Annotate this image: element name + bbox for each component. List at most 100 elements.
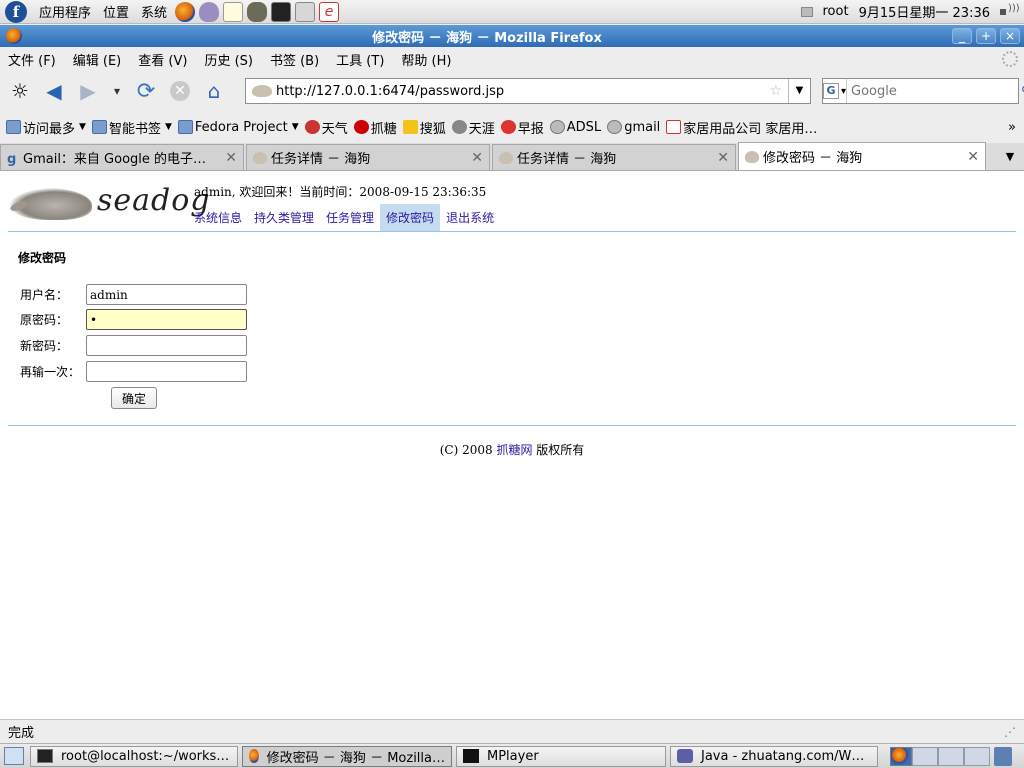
stop-icon: ✕ xyxy=(170,81,190,101)
nav-link-system-info[interactable]: 系统信息 xyxy=(188,204,248,232)
menu-file[interactable]: 文件 (F) xyxy=(0,50,65,69)
back-button[interactable]: ◀ xyxy=(40,77,68,105)
tab-list-button[interactable]: ▼ xyxy=(996,144,1024,170)
folder-icon xyxy=(6,120,21,134)
java-icon xyxy=(677,749,693,763)
panel-menu-places[interactable]: 位置 xyxy=(97,2,135,21)
trash-icon[interactable] xyxy=(994,746,1012,766)
menu-help[interactable]: 帮助 (H) xyxy=(393,50,460,69)
bookmark-zaobao[interactable]: 早报 xyxy=(500,118,544,137)
submit-button[interactable]: 确定 xyxy=(111,387,157,409)
bookmark-label: 天涯 xyxy=(468,121,495,137)
header-divider xyxy=(8,231,1016,232)
url-text[interactable]: http://127.0.0.1:6474/password.jsp xyxy=(276,84,769,99)
tab-gmail[interactable]: g Gmail：来自 Google 的电子… ✕ xyxy=(0,144,244,170)
user-switch-icon[interactable] xyxy=(800,6,813,17)
nav-link-logout[interactable]: 退出系统 xyxy=(440,204,500,232)
bookmark-fedora[interactable]: Fedora Project ▼ xyxy=(177,120,299,135)
bookmark-adsl[interactable]: ADSL xyxy=(549,120,601,135)
url-dropdown-button[interactable]: ▼ xyxy=(788,79,810,103)
nav-link-persistence[interactable]: 持久类管理 xyxy=(248,204,320,232)
globe-icon xyxy=(607,120,623,134)
menu-view[interactable]: 查看 (V) xyxy=(130,50,196,69)
task-java[interactable]: Java - zhuatang.com/W… xyxy=(670,745,878,767)
close-icon[interactable]: ✕ xyxy=(225,150,237,166)
footer-link[interactable]: 抓糖网 xyxy=(496,443,532,457)
workspace-1-firefox-icon[interactable] xyxy=(890,746,912,766)
seal-favicon-icon xyxy=(745,150,759,163)
show-desktop-icon[interactable] xyxy=(4,747,24,765)
menu-tools[interactable]: 工具 (T) xyxy=(328,50,393,69)
forward-button[interactable]: ▶ xyxy=(74,77,102,105)
panel-clock[interactable]: 9月15日星期一 23:36 xyxy=(859,2,990,21)
task-mplayer[interactable]: MPlayer xyxy=(456,745,666,767)
task-firefox[interactable]: 修改密码 － 海狗 － Mozilla… xyxy=(242,745,452,767)
stop-button[interactable]: ✕ xyxy=(166,77,194,105)
nav-link-change-password[interactable]: 修改密码 xyxy=(380,204,441,232)
form-row-new-password: 新密码： xyxy=(20,335,247,356)
workspace-4[interactable] xyxy=(964,746,990,766)
maximize-button[interactable]: + xyxy=(976,28,996,44)
bookmark-tianya[interactable]: 天涯 xyxy=(451,118,495,137)
seal-favicon-icon xyxy=(499,151,513,164)
bookmark-home-goods[interactable]: 家居用品公司 家居用… xyxy=(666,118,817,137)
task-terminal[interactable]: root@localhost:~/works… xyxy=(30,745,238,767)
bookmark-star-icon[interactable]: ☆ xyxy=(769,83,782,99)
bookmark-smart[interactable]: 智能书签 ▼ xyxy=(91,118,172,137)
eclipse-launcher-icon[interactable]: e xyxy=(319,1,340,22)
search-input[interactable] xyxy=(847,83,1022,99)
search-engine-selector[interactable]: G ▾ xyxy=(823,79,848,103)
menu-bookmarks[interactable]: 书签 (B) xyxy=(262,50,328,69)
tab-task-detail-1[interactable]: 任务详情 － 海狗 ✕ xyxy=(246,144,490,170)
menu-history[interactable]: 历史 (S) xyxy=(196,50,262,69)
firefox-window-icon[interactable] xyxy=(6,28,22,44)
folder-icon xyxy=(91,120,107,134)
taskbar: root@localhost:~/works… 修改密码 － 海狗 － Mozi… xyxy=(0,743,1024,768)
nav-link-tasks[interactable]: 任务管理 xyxy=(320,204,380,232)
username-input[interactable] xyxy=(86,284,247,305)
panel-menu-system[interactable]: 系统 xyxy=(135,2,173,21)
mplayer-launcher-icon[interactable] xyxy=(295,1,316,22)
bookmarks-toolbar: 访问最多 ▼ 智能书签 ▼ Fedora Project ▼ 天气 抓糖 搜狐 天涯 … xyxy=(0,113,1024,141)
rss-feed-icon[interactable]: ☼ xyxy=(6,77,34,105)
bookmark-most-visited[interactable]: 访问最多 ▼ xyxy=(6,118,86,137)
new-password-input[interactable] xyxy=(86,335,247,356)
gimp-launcher-icon[interactable] xyxy=(247,1,268,22)
bookmark-gmail[interactable]: gmail xyxy=(607,120,660,135)
old-password-input[interactable] xyxy=(86,309,247,330)
bookmark-zhuatang[interactable]: 抓糖 xyxy=(353,118,397,137)
volume-icon[interactable] xyxy=(1000,3,1020,19)
workspace-2[interactable] xyxy=(912,746,938,766)
bookmark-weather[interactable]: 天气 xyxy=(304,118,348,137)
bookmark-sohu[interactable]: 搜狐 xyxy=(402,118,446,137)
close-icon[interactable]: ✕ xyxy=(717,150,729,166)
tab-change-password[interactable]: 修改密码 － 海狗 ✕ xyxy=(738,142,986,170)
resize-grip-icon[interactable]: ⋰ xyxy=(1004,725,1018,739)
close-icon[interactable]: ✕ xyxy=(967,149,979,165)
tab-label: 修改密码 － 海狗 xyxy=(763,151,863,166)
url-bar[interactable]: http://127.0.0.1:6474/password.jsp ☆ ▼ xyxy=(245,78,811,104)
history-dropdown-button[interactable]: ▾ xyxy=(108,77,126,105)
pidgin-launcher-icon[interactable] xyxy=(199,1,220,22)
home-button[interactable]: ⌂ xyxy=(200,77,228,105)
text-editor-launcher-icon[interactable] xyxy=(223,1,244,22)
minimize-button[interactable]: _ xyxy=(952,28,972,44)
panel-menu-applications[interactable]: 应用程序 xyxy=(33,2,97,21)
tianya-icon xyxy=(451,120,467,134)
panel-username[interactable]: root xyxy=(823,4,849,19)
bookmarks-overflow-button[interactable]: » xyxy=(1008,120,1016,135)
bookmark-label: 家居用品公司 家居用… xyxy=(683,121,818,137)
workspace-3[interactable] xyxy=(938,746,964,766)
menu-edit[interactable]: 编辑 (E) xyxy=(65,50,131,69)
terminal-launcher-icon[interactable] xyxy=(271,1,292,22)
close-window-button[interactable]: × xyxy=(1000,28,1020,44)
fedora-logo-icon[interactable]: f xyxy=(5,0,27,23)
reload-button[interactable]: ⟳ xyxy=(132,77,160,105)
tab-task-detail-2[interactable]: 任务详情 － 海狗 ✕ xyxy=(492,144,736,170)
firefox-launcher-icon[interactable] xyxy=(175,1,196,22)
tab-bar: g Gmail：来自 Google 的电子… ✕ 任务详情 － 海狗 ✕ 任务详… xyxy=(0,142,1024,171)
status-bar: 完成 ⋰ xyxy=(0,719,1024,743)
confirm-password-input[interactable] xyxy=(86,361,247,382)
window-title-bar: 修改密码 － 海狗 － Mozilla Firefox _ + × xyxy=(0,25,1024,47)
close-icon[interactable]: ✕ xyxy=(471,150,483,166)
